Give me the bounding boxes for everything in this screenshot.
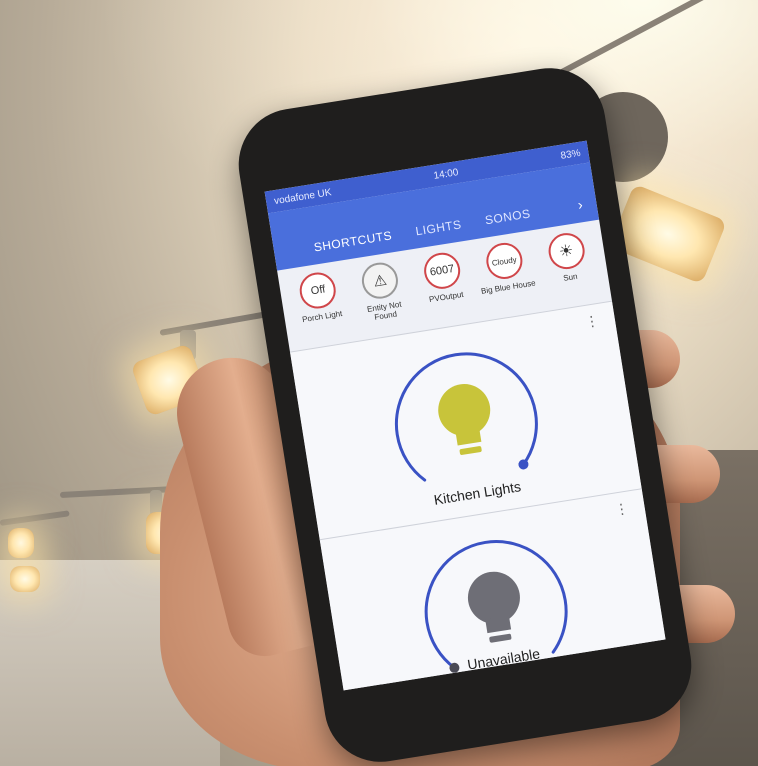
phone-screen: vodafone UK 14:00 83% SHORTCUTS LIGHTS S… <box>264 140 666 691</box>
battery-label: 83% <box>559 147 582 162</box>
shortcut-porch-light[interactable]: Off Porch Light <box>288 268 355 348</box>
sun-icon: ☀ <box>545 230 587 272</box>
shortcut-sun[interactable]: ☀ Sun <box>536 229 603 309</box>
shortcut-label: Sun <box>562 271 579 283</box>
light-track <box>0 510 70 526</box>
tab-shortcuts[interactable]: SHORTCUTS <box>313 228 393 254</box>
lightbulb-icon <box>438 384 491 455</box>
shortcut-entity-not-found[interactable]: ⚠ Entity Not Found <box>350 258 417 338</box>
ceiling-lamp <box>10 566 40 592</box>
state-badge: 6007 <box>421 250 463 292</box>
ceiling-lamp <box>8 528 34 558</box>
shortcut-label: Entity Not Found <box>366 299 403 322</box>
clock: 14:00 <box>432 166 460 182</box>
shortcut-big-blue-house[interactable]: Cloudy Big Blue House <box>474 239 541 319</box>
shortcut-label: Porch Light <box>301 309 343 325</box>
shortcut-pvoutput[interactable]: 6007 PVOutput <box>412 249 479 329</box>
state-badge: Off <box>297 269 339 312</box>
state-badge: Cloudy <box>483 240 525 282</box>
tab-lights[interactable]: LIGHTS <box>415 217 463 238</box>
tab-sonos[interactable]: SONOS <box>484 206 531 227</box>
more-vert-icon[interactable]: ⋮ <box>613 500 629 519</box>
shortcut-label: PVOutput <box>428 289 465 305</box>
lightbulb-icon <box>467 571 520 643</box>
more-vert-icon[interactable]: ⋮ <box>584 312 600 331</box>
chevron-right-icon[interactable]: › <box>577 196 584 213</box>
shortcut-label: Big Blue House <box>480 278 537 296</box>
photo-scene: vodafone UK 14:00 83% SHORTCUTS LIGHTS S… <box>0 0 758 766</box>
warning-icon: ⚠ <box>359 260 401 302</box>
